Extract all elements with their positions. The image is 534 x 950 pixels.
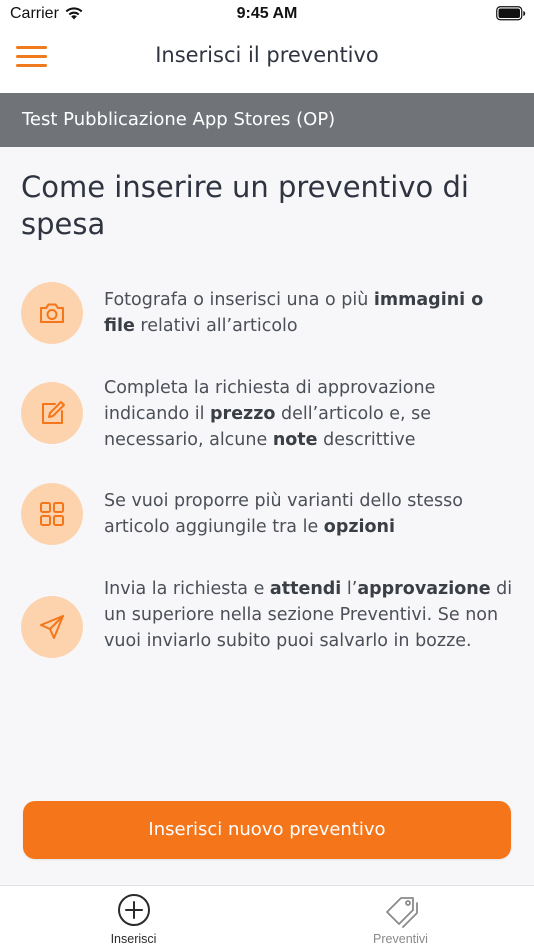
tags-icon [267, 892, 534, 928]
tab-bar: Inserisci Preventivi [0, 885, 534, 950]
grid-icon [21, 483, 83, 545]
step-text-photo: Fotografa o inserisci una o più immagini… [104, 287, 518, 339]
send-icon [21, 596, 83, 658]
step-text-part: relativi all’articolo [134, 316, 298, 336]
step-text-part: Fotografa o inserisci una o più [104, 290, 374, 310]
page-title: Come inserire un preventivo di spesa [21, 170, 469, 241]
step-text-send: Invia la richiesta e attendi l’approvazi… [104, 576, 518, 654]
step-text-bold-part: approvazione [357, 579, 491, 599]
organization-name: Test Pubblicazione App Stores (OP) [22, 109, 336, 130]
camera-icon [21, 282, 83, 344]
tab-preventivi[interactable]: Preventivi [267, 886, 534, 950]
edit-icon [21, 382, 83, 444]
step-text-part: Se vuoi proporre più varianti dello stes… [104, 491, 463, 537]
step-text-bold-part: opzioni [323, 517, 396, 537]
organization-bar: Test Pubblicazione App Stores (OP) [0, 93, 534, 147]
tab-label-inserisci: Inserisci [110, 932, 157, 946]
plus-circle-icon [0, 892, 267, 928]
navigation-bar: Inserisci il preventivo [0, 30, 534, 93]
step-text-part: descrittive [317, 430, 416, 450]
step-text-part: l’ [341, 579, 358, 599]
tab-inserisci[interactable]: Inserisci [0, 886, 267, 950]
page-header-title: Inserisci il preventivo [155, 43, 379, 67]
status-bar: Carrier 9:45 AM [0, 0, 534, 30]
step-text-bold-part: note [272, 430, 318, 450]
battery-icon [496, 6, 526, 26]
step-text-bold-part: prezzo [210, 404, 276, 424]
step-text-complete: Completa la richiesta di approvazione in… [104, 375, 518, 453]
clock-time: 9:45 AM [236, 5, 298, 22]
step-text-options: Se vuoi proporre più varianti dello stes… [104, 488, 518, 540]
step-text-bold-part: attendi [269, 579, 342, 599]
new-quote-button[interactable]: Inserisci nuovo preventivo [23, 801, 511, 859]
tab-label-preventivi: Preventivi [373, 932, 428, 946]
step-text-part: Invia la richiesta e [104, 579, 270, 599]
main-content: Come inserire un preventivo di spesa Fot… [0, 147, 534, 885]
